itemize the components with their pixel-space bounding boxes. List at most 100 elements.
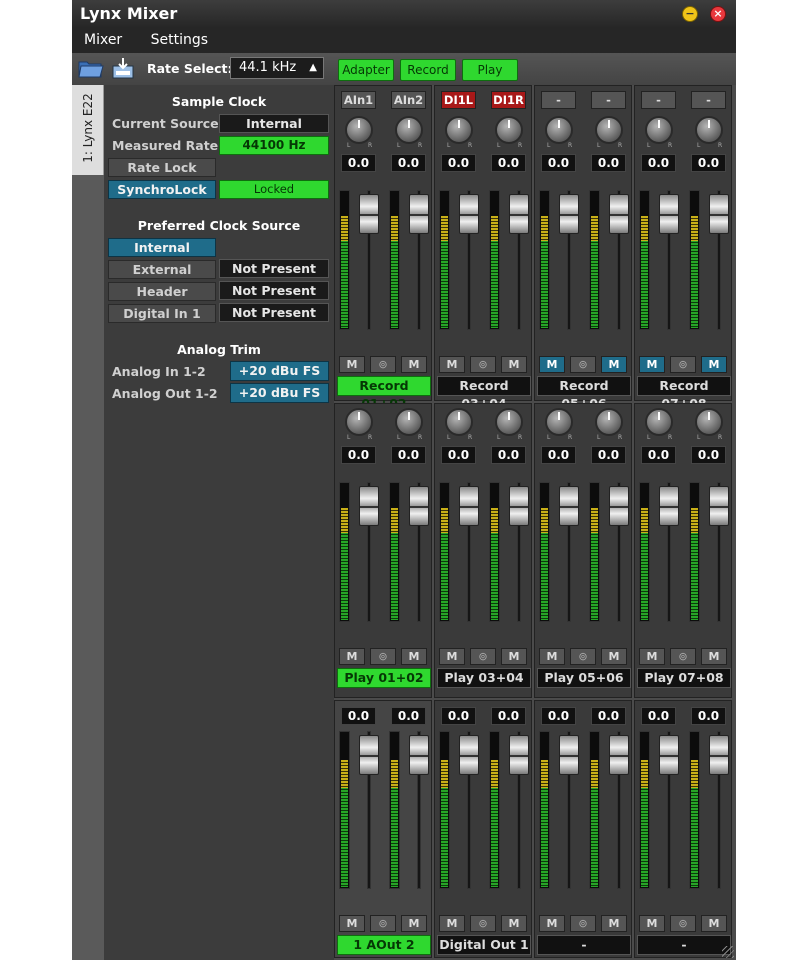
pan-knob[interactable] [695, 408, 723, 436]
mute-left-button[interactable]: M [339, 915, 365, 932]
stereo-link-icon[interactable]: ⊚ [670, 915, 696, 932]
stereo-link-icon[interactable]: ⊚ [370, 648, 396, 665]
clock-source-digital-in-button[interactable]: Digital In 1 [108, 304, 216, 323]
mute-left-button[interactable]: M [539, 648, 565, 665]
mute-right-button[interactable]: M [401, 648, 427, 665]
mute-left-button[interactable]: M [639, 356, 665, 373]
pan-knob[interactable] [345, 116, 373, 144]
fader-handle[interactable] [509, 194, 529, 234]
fader-handle[interactable] [409, 486, 429, 526]
fader-handle[interactable] [359, 194, 379, 234]
fader-handle[interactable] [709, 194, 729, 234]
input-select-button[interactable]: - [541, 91, 576, 109]
pan-knob[interactable] [345, 408, 373, 436]
pan-knob[interactable] [645, 116, 673, 144]
analog-out-trim-button[interactable]: +20 dBu FS [230, 383, 329, 403]
stereo-link-icon[interactable]: ⊚ [670, 356, 696, 373]
device-tab[interactable]: 1: Lynx E22 [72, 85, 104, 175]
pan-knob[interactable] [545, 116, 573, 144]
mute-right-button[interactable]: M [701, 915, 727, 932]
pan-knob[interactable] [495, 116, 523, 144]
stereo-link-icon[interactable]: ⊚ [370, 915, 396, 932]
fader-handle[interactable] [459, 486, 479, 526]
mute-left-button[interactable]: M [439, 648, 465, 665]
analog-in-trim-button[interactable]: +20 dBu FS [230, 361, 329, 381]
fader-handle[interactable] [709, 486, 729, 526]
input-select-button[interactable]: AIn2 [391, 91, 426, 109]
pan-knob[interactable] [445, 408, 473, 436]
fader-handle[interactable] [359, 486, 379, 526]
mute-left-button[interactable]: M [339, 356, 365, 373]
rate-lock-button[interactable]: Rate Lock [108, 158, 216, 177]
mute-right-button[interactable]: M [401, 356, 427, 373]
resize-grip-icon[interactable] [722, 946, 734, 958]
mute-right-button[interactable]: M [701, 356, 727, 373]
stereo-link-icon[interactable]: ⊚ [670, 648, 696, 665]
mute-left-button[interactable]: M [639, 915, 665, 932]
pan-knob[interactable] [395, 408, 423, 436]
mute-left-button[interactable]: M [439, 915, 465, 932]
stereo-link-icon[interactable]: ⊚ [370, 356, 396, 373]
adapter-button[interactable]: Adapter [338, 59, 394, 81]
stereo-link-icon[interactable]: ⊚ [470, 648, 496, 665]
pan-knob[interactable] [545, 408, 573, 436]
mute-left-button[interactable]: M [439, 356, 465, 373]
mute-right-button[interactable]: M [501, 356, 527, 373]
close-icon[interactable]: × [710, 6, 726, 22]
pan-knob[interactable] [645, 408, 673, 436]
fader-handle[interactable] [559, 735, 579, 775]
fader-handle[interactable] [509, 735, 529, 775]
mute-right-button[interactable]: M [501, 648, 527, 665]
pan-knob[interactable] [595, 116, 623, 144]
fader-handle[interactable] [659, 735, 679, 775]
input-select-button[interactable]: AIn1 [341, 91, 376, 109]
mute-right-button[interactable]: M [601, 648, 627, 665]
stereo-link-icon[interactable]: ⊚ [570, 915, 596, 932]
fader-handle[interactable] [559, 194, 579, 234]
record-button[interactable]: Record [400, 59, 456, 81]
mute-left-button[interactable]: M [339, 648, 365, 665]
clock-source-internal-button[interactable]: Internal [108, 238, 216, 257]
stereo-link-icon[interactable]: ⊚ [470, 915, 496, 932]
rate-select-dropdown[interactable]: 44.1 kHz ▲ [230, 57, 324, 79]
stereo-link-icon[interactable]: ⊚ [470, 356, 496, 373]
fader-handle[interactable] [359, 735, 379, 775]
fader-handle[interactable] [459, 735, 479, 775]
input-select-button[interactable]: - [591, 91, 626, 109]
fader-handle[interactable] [459, 194, 479, 234]
fader-handle[interactable] [659, 194, 679, 234]
play-button[interactable]: Play [462, 59, 518, 81]
clock-source-external-button[interactable]: External [108, 260, 216, 279]
fader-handle[interactable] [609, 735, 629, 775]
stereo-link-icon[interactable]: ⊚ [570, 356, 596, 373]
pan-knob[interactable] [695, 116, 723, 144]
mute-right-button[interactable]: M [601, 915, 627, 932]
pan-knob[interactable] [445, 116, 473, 144]
mute-left-button[interactable]: M [539, 356, 565, 373]
mute-right-button[interactable]: M [601, 356, 627, 373]
menu-mixer[interactable]: Mixer [72, 28, 134, 53]
menu-settings[interactable]: Settings [139, 28, 220, 53]
mute-right-button[interactable]: M [701, 648, 727, 665]
clock-source-header-button[interactable]: Header [108, 282, 216, 301]
stereo-link-icon[interactable]: ⊚ [570, 648, 596, 665]
input-select-button[interactable]: DI1R [491, 91, 526, 109]
input-select-button[interactable]: DI1L [441, 91, 476, 109]
pan-knob[interactable] [495, 408, 523, 436]
input-select-button[interactable]: - [691, 91, 726, 109]
mute-left-button[interactable]: M [639, 648, 665, 665]
fader-handle[interactable] [509, 486, 529, 526]
pan-knob[interactable] [595, 408, 623, 436]
fader-handle[interactable] [409, 194, 429, 234]
fader-handle[interactable] [609, 486, 629, 526]
minimize-icon[interactable]: − [682, 6, 698, 22]
fader-handle[interactable] [659, 486, 679, 526]
mute-left-button[interactable]: M [539, 915, 565, 932]
mute-right-button[interactable]: M [501, 915, 527, 932]
fader-handle[interactable] [559, 486, 579, 526]
input-select-button[interactable]: - [641, 91, 676, 109]
mute-right-button[interactable]: M [401, 915, 427, 932]
fader-handle[interactable] [409, 735, 429, 775]
fader-handle[interactable] [709, 735, 729, 775]
save-icon[interactable] [110, 57, 136, 79]
